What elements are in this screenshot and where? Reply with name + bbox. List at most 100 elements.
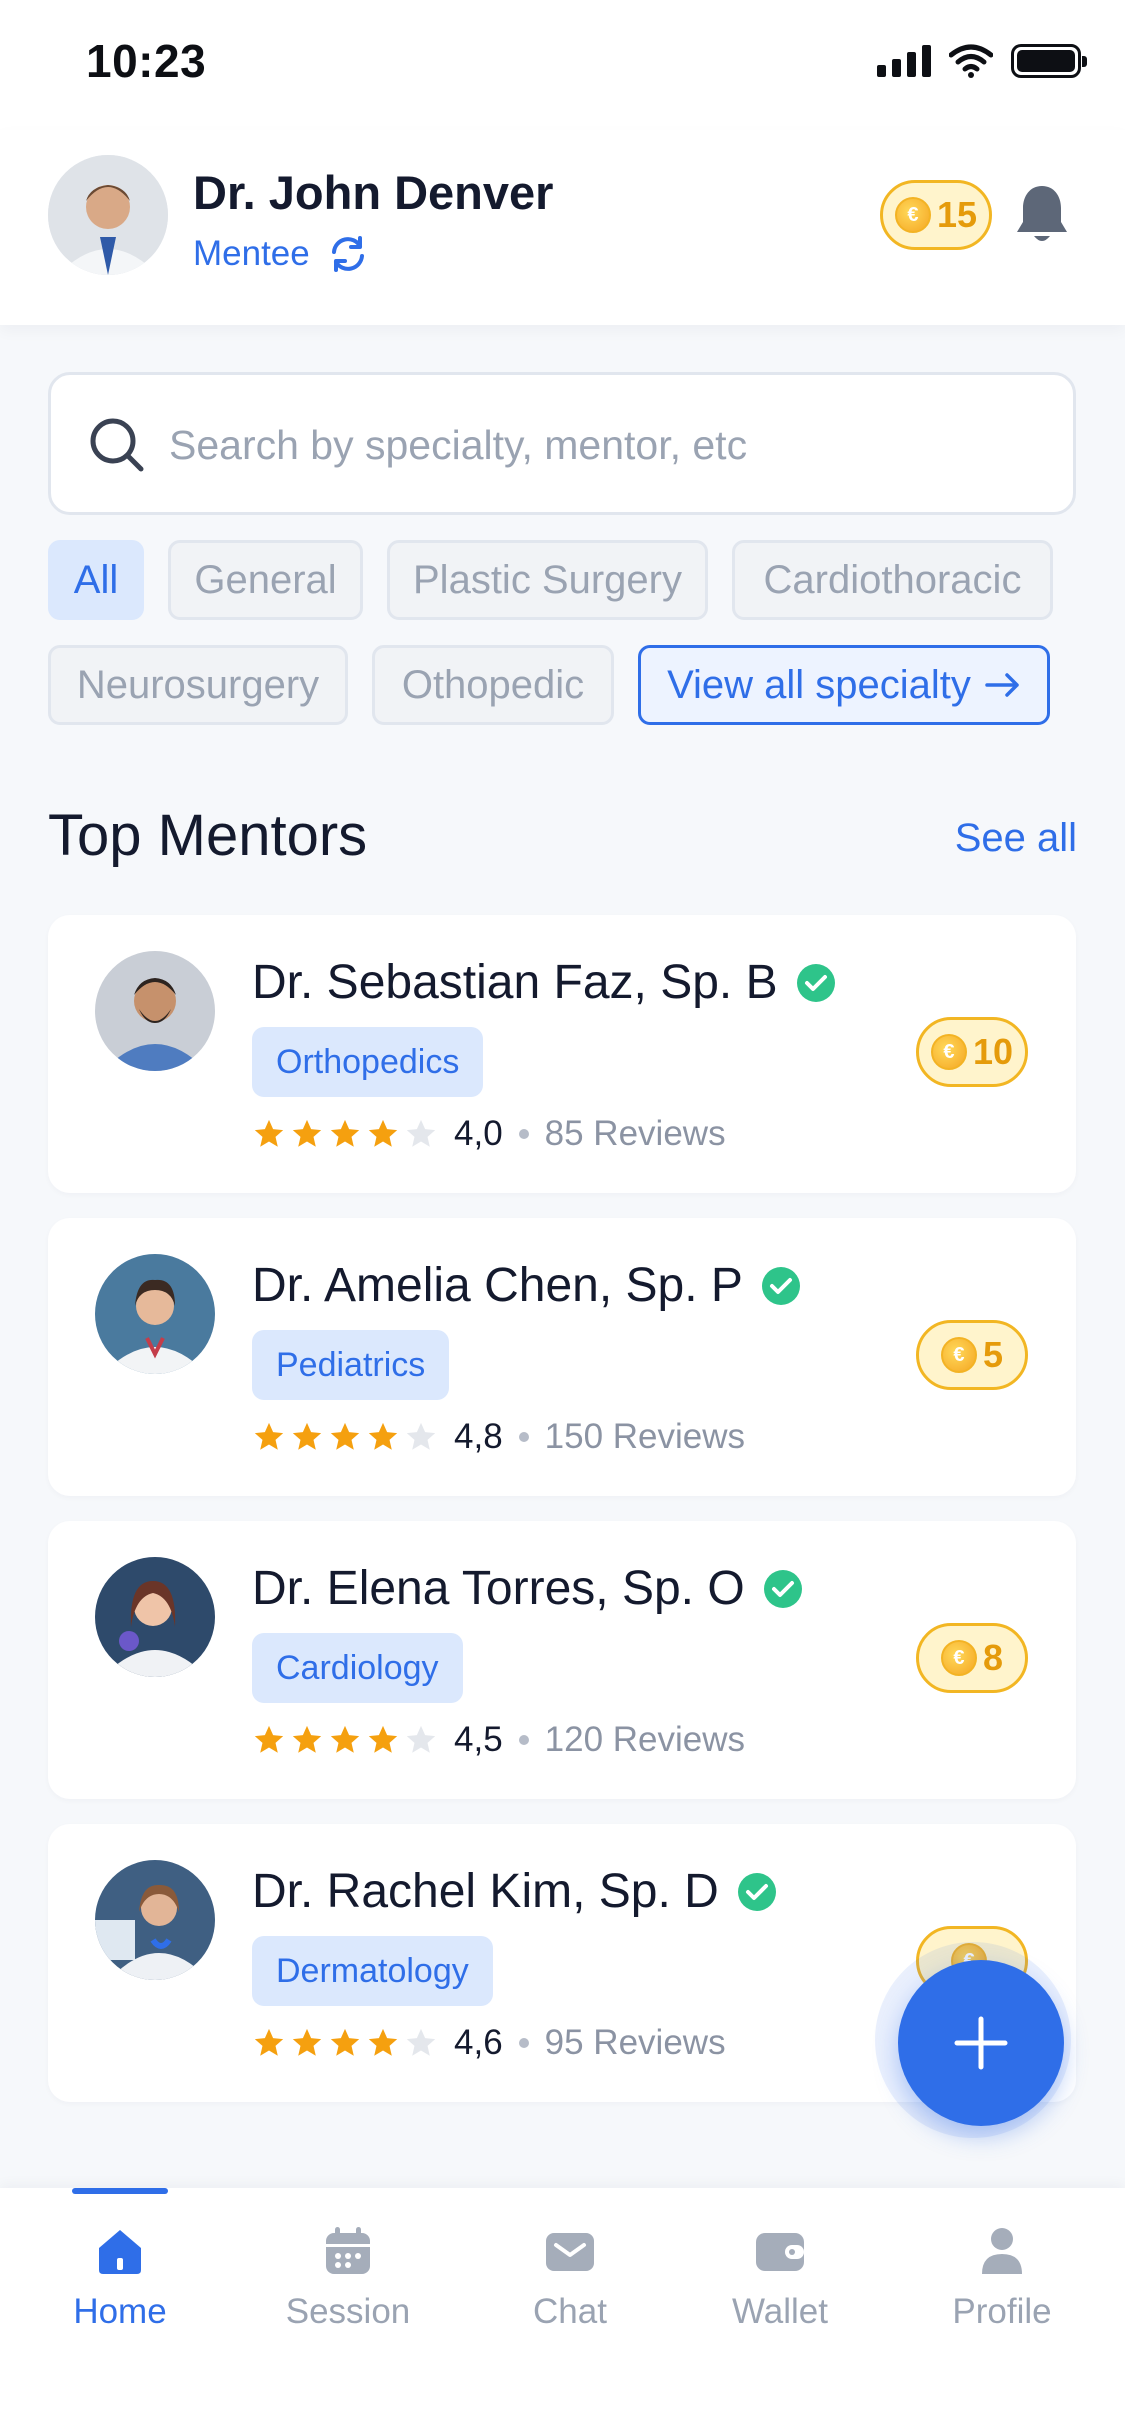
star-filled-icon <box>292 2028 322 2056</box>
mentor-coin-value: 10 <box>972 1031 1014 1072</box>
nav-wallet[interactable]: Wallet <box>700 2224 860 2332</box>
star-filled-icon <box>292 1422 322 1450</box>
specialty-tag: Dermatology <box>252 1936 493 2006</box>
notification-bell-icon[interactable] <box>1014 182 1070 248</box>
rating-row: 4,5 120 Reviews <box>252 1717 745 1763</box>
chip-othopedic[interactable]: Othopedic <box>372 645 614 725</box>
coin-icon: € <box>930 1034 967 1070</box>
chip-cardiothoracic[interactable]: Cardiothoracic <box>732 540 1053 620</box>
star-filled-icon <box>330 1725 360 1753</box>
add-button[interactable] <box>898 1960 1064 2126</box>
star-filled-icon <box>330 1422 360 1450</box>
review-count: 95 Reviews <box>544 2023 726 2062</box>
mentor-name-row: Dr. Sebastian Faz, Sp. B <box>252 955 836 1010</box>
separator-dot <box>518 1432 529 1442</box>
mentor-name-row: Dr. Amelia Chen, Sp. P <box>252 1258 801 1313</box>
rating-row: 4,0 85 Reviews <box>252 1111 726 1157</box>
mentor-name: Dr. Rachel Kim, Sp. D <box>252 1865 719 1918</box>
mentor-card[interactable]: Dr. Elena Torres, Sp. O Cardiology 4,5 1… <box>48 1521 1076 1799</box>
rating-value: 4,0 <box>454 1114 503 1153</box>
nav-home[interactable]: Home <box>40 2224 200 2332</box>
mentor-name-row: Dr. Rachel Kim, Sp. D <box>252 1864 777 1919</box>
mentor-name-row: Dr. Elena Torres, Sp. O <box>252 1561 803 1616</box>
mentor-name: Dr. Sebastian Faz, Sp. B <box>252 956 778 1009</box>
wifi-icon <box>949 44 993 78</box>
home-icon <box>99 2230 141 2274</box>
nav-profile[interactable]: Profile <box>922 2224 1082 2332</box>
mentor-coin-value: 5 <box>982 1334 1004 1375</box>
star-filled-icon <box>368 1422 398 1450</box>
refresh-icon <box>331 236 364 272</box>
chip-general[interactable]: General <box>168 540 363 620</box>
user-name: Dr. John Denver <box>193 166 554 219</box>
status-time: 10:23 <box>86 35 207 87</box>
star-filled-icon <box>254 1725 284 1753</box>
search-bar[interactable] <box>48 372 1076 515</box>
mail-icon <box>546 2233 594 2271</box>
separator-dot <box>518 1735 529 1745</box>
star-filled-icon <box>292 1725 322 1753</box>
role-switcher[interactable]: Mentee <box>193 232 370 276</box>
nav-chat[interactable]: Chat <box>490 2224 650 2332</box>
search-icon <box>90 418 144 472</box>
status-icons <box>877 44 1087 78</box>
verified-icon <box>737 1872 776 1911</box>
star-filled-icon <box>368 1725 398 1753</box>
rating-row: 4,6 95 Reviews <box>252 2020 726 2066</box>
coin-icon: € <box>940 1337 977 1373</box>
star-empty-icon <box>406 1422 436 1450</box>
chip-all[interactable]: All <box>48 540 144 620</box>
coin-icon: € <box>894 197 931 233</box>
specialty-tag: Orthopedics <box>252 1027 484 1097</box>
profile-header: Dr. John Denver Mentee € 15 <box>0 130 1125 325</box>
star-filled-icon <box>254 1119 284 1147</box>
mentor-avatar <box>95 1860 215 1980</box>
review-count: 150 Reviews <box>544 1417 746 1456</box>
rating-value: 4,8 <box>454 1417 503 1456</box>
star-filled-icon <box>254 1422 284 1450</box>
verified-icon <box>796 963 835 1002</box>
mentor-coin-value: 8 <box>982 1637 1004 1678</box>
mentor-coin-price: € 5 <box>916 1320 1028 1390</box>
specialty-tag: Pediatrics <box>252 1330 450 1400</box>
star-empty-icon <box>406 2028 436 2056</box>
star-empty-icon <box>406 1119 436 1147</box>
verified-icon <box>763 1569 802 1608</box>
search-input[interactable] <box>169 405 1049 485</box>
chip-neurosurgery[interactable]: Neurosurgery <box>48 645 348 725</box>
rating-value: 4,6 <box>454 2023 503 2062</box>
view-all-specialty-button[interactable]: View all specialty <box>638 645 1050 725</box>
person-icon <box>982 2228 1022 2274</box>
star-filled-icon <box>330 2028 360 2056</box>
review-count: 120 Reviews <box>544 1720 746 1759</box>
rating-value: 4,5 <box>454 1720 503 1759</box>
arrow-right-icon <box>985 673 1019 697</box>
nav-active-indicator <box>72 2188 168 2194</box>
coin-icon: € <box>940 1640 977 1676</box>
coin-balance-value: 15 <box>936 194 978 235</box>
star-filled-icon <box>292 1119 322 1147</box>
mentor-name: Dr. Elena Torres, Sp. O <box>252 1562 745 1615</box>
user-avatar[interactable] <box>48 155 168 275</box>
mentor-card[interactable]: Dr. Amelia Chen, Sp. P Pediatrics 4,8 15… <box>48 1218 1076 1496</box>
chip-plastic-surgery[interactable]: Plastic Surgery <box>387 540 708 620</box>
see-all-link[interactable]: See all <box>955 816 1077 861</box>
mentor-name: Dr. Amelia Chen, Sp. P <box>252 1259 743 1312</box>
nav-chat-label: Chat <box>533 2292 607 2331</box>
star-filled-icon <box>254 2028 284 2056</box>
mentor-avatar <box>95 1254 215 1374</box>
nav-session-label: Session <box>285 2292 411 2331</box>
coin-balance[interactable]: € 15 <box>880 180 992 250</box>
nav-session[interactable]: Session <box>268 2224 428 2332</box>
star-filled-icon <box>330 1119 360 1147</box>
separator-dot <box>518 2038 529 2048</box>
star-filled-icon <box>368 2028 398 2056</box>
mentor-card[interactable]: Dr. Sebastian Faz, Sp. B Orthopedics 4,0… <box>48 915 1076 1193</box>
calendar-icon <box>326 2227 370 2274</box>
mentor-avatar <box>95 1557 215 1677</box>
star-filled-icon <box>368 1119 398 1147</box>
mentor-coin-price: € 10 <box>916 1017 1028 1087</box>
wallet-icon <box>756 2233 804 2271</box>
separator-dot <box>518 1129 529 1139</box>
bottom-nav: Home Session Chat Wallet Profile <box>0 2188 1125 2436</box>
